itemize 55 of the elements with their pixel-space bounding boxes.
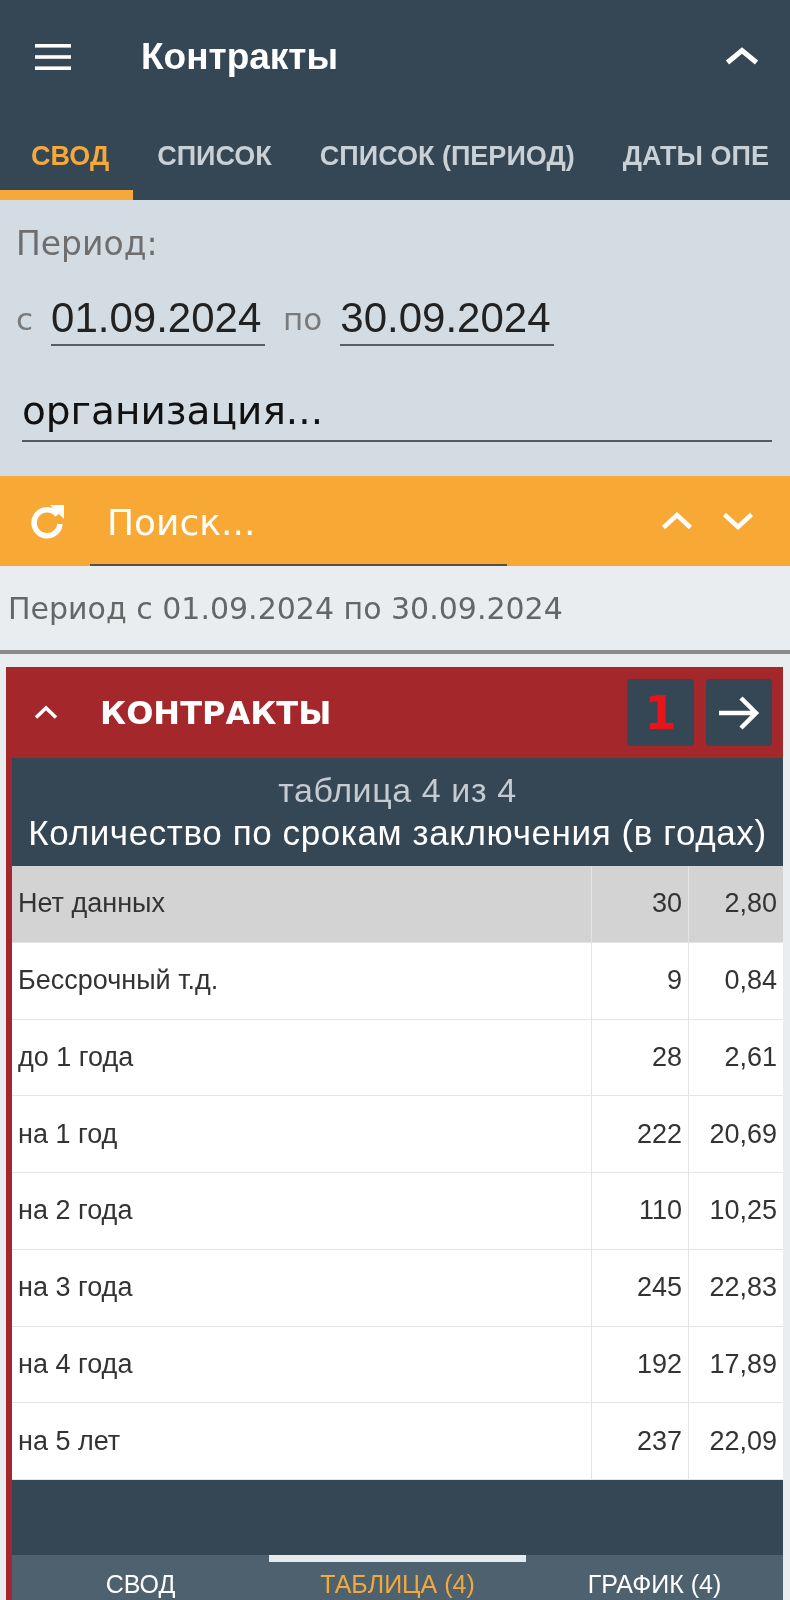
table-cell-text: на 3 года: [17, 1271, 134, 1305]
search-bar[interactable]: Поиск...: [0, 476, 790, 566]
bottom-tab[interactable]: СВОД: [12, 1555, 269, 1600]
table-row[interactable]: на 2 года 110 10,25: [12, 1173, 783, 1250]
table-row[interactable]: до 1 года 28 2,61: [12, 1019, 783, 1097]
search-field[interactable]: Поиск...: [90, 492, 507, 566]
table-cell: 245: [591, 1249, 688, 1326]
table-cell: 10,25: [688, 1173, 783, 1249]
table-cell-text: на 5 лет: [17, 1424, 122, 1458]
table-row[interactable]: на 4 года 192 17,89: [12, 1326, 783, 1404]
table-cell: 9: [591, 942, 688, 1019]
screen-title: Контракты: [141, 35, 340, 78]
tab[interactable]: СПИСОК: [133, 113, 296, 200]
organization-field[interactable]: организация...: [22, 380, 772, 442]
table-cell: 22,09: [688, 1403, 783, 1479]
tab[interactable]: СПИСОК (ПЕРИОД): [295, 113, 599, 200]
table-cell: 2,80: [688, 866, 783, 942]
table-cell: 110: [591, 1173, 688, 1249]
table-caption: таблица 4 из 4: [278, 770, 517, 810]
table-cell: 20,69: [688, 1096, 783, 1172]
table-title: Количество по срокам заключения (в годах): [28, 812, 767, 854]
next-button[interactable]: [706, 679, 772, 746]
arrow-right-icon: [716, 693, 762, 732]
table-cell: 2,61: [688, 1019, 783, 1096]
tab[interactable]: ДАТЫ ОПЕ: [598, 113, 790, 200]
table-row[interactable]: Бессрочный т.д. 9 0,84: [12, 942, 783, 1020]
table-cell-text: Нет данных: [17, 887, 166, 921]
table-cell-text: на 2 года: [17, 1194, 134, 1228]
table-row[interactable]: на 1 год 222 20,69: [12, 1096, 783, 1173]
table-cell: 192: [591, 1326, 688, 1403]
table-cell: 0,84: [688, 942, 783, 1019]
table-cell: 237: [591, 1403, 688, 1479]
table-cell: 28: [591, 1019, 688, 1096]
period-label: Период:: [16, 224, 158, 264]
table-cell: 30: [591, 866, 688, 942]
bottom-tab[interactable]: ГРАФИК (4): [526, 1555, 783, 1600]
panel-title: КОНТРАКТЫ: [100, 693, 333, 732]
table-cell-text: на 1 год: [17, 1117, 119, 1151]
table-cell: 17,89: [688, 1326, 783, 1403]
chevron-up-icon[interactable]: [33, 705, 59, 720]
to-label: по: [283, 301, 323, 337]
table-row[interactable]: Нет данных 30 2,80: [12, 866, 783, 943]
table-cell-text: на 4 года: [17, 1347, 134, 1381]
menu-icon[interactable]: [35, 43, 71, 70]
date-to-field[interactable]: 30.09.2024: [340, 292, 555, 346]
table-row[interactable]: на 5 лет 237 22,09: [12, 1403, 783, 1480]
table-cell-text: до 1 года: [17, 1040, 135, 1074]
period-summary-text: Период с 01.09.2024 по 30.09.2024: [8, 590, 563, 626]
date-from-field[interactable]: 01.09.2024: [51, 292, 266, 346]
table-cell: 222: [591, 1096, 688, 1172]
chevron-up-icon[interactable]: [724, 47, 760, 66]
from-label: с: [16, 301, 34, 337]
table-row[interactable]: на 3 года 245 22,83: [12, 1249, 783, 1327]
table-cell-text: Бессрочный т.д.: [17, 964, 220, 998]
table-cell: 22,83: [688, 1249, 783, 1326]
